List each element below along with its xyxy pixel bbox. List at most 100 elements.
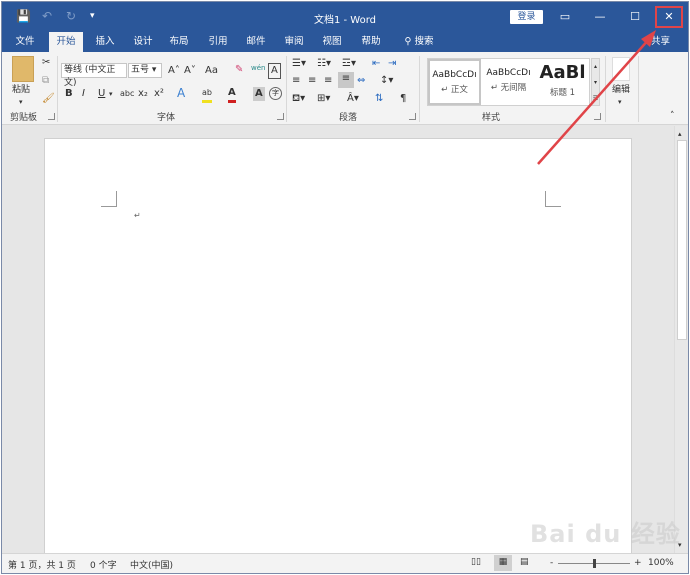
- scroll-thumb[interactable]: [677, 140, 687, 340]
- language[interactable]: 中文(中国): [130, 558, 173, 571]
- font-dialog-launcher[interactable]: [277, 113, 284, 120]
- tab-view[interactable]: 视图: [315, 32, 349, 52]
- separator: [638, 56, 639, 122]
- zoom-slider-thumb[interactable]: [593, 559, 596, 568]
- tab-references[interactable]: 引用: [201, 32, 235, 52]
- font-size-dropdown[interactable]: 五号 ▾: [128, 63, 162, 78]
- style-normal[interactable]: AaBbCcDı ↵ 正文: [428, 59, 481, 105]
- shading-button[interactable]: ⛾▾: [292, 92, 305, 106]
- change-case-button[interactable]: Aa: [205, 64, 218, 78]
- font-group-label: 字体: [157, 113, 176, 123]
- minimize-button[interactable]: —: [590, 7, 610, 27]
- margin-corner-top-left: [101, 191, 117, 207]
- tab-help[interactable]: 帮助: [354, 32, 388, 52]
- title-bar: 💾 ↶ ↻ ▾ 文档1 - Word 登录 ▭ — ☐ ✕: [2, 2, 688, 32]
- underline-dropdown-icon[interactable]: ▾: [109, 87, 113, 101]
- zoom-in-button[interactable]: +: [634, 558, 642, 568]
- document-page[interactable]: ↵: [44, 138, 632, 558]
- print-layout-icon[interactable]: ▦: [494, 555, 512, 571]
- asian-layout-button[interactable]: Â▾: [347, 92, 359, 106]
- tab-layout[interactable]: 布局: [162, 32, 196, 52]
- collapse-ribbon-icon[interactable]: ˄: [670, 109, 675, 123]
- text-effects-button[interactable]: A: [177, 86, 185, 100]
- align-right-button[interactable]: ≡: [324, 74, 332, 88]
- font-size-value: 五号: [131, 65, 150, 75]
- word-count[interactable]: 0 个字: [90, 558, 117, 571]
- style-no-spacing[interactable]: AaBbCcDı ↵ 无间隔: [482, 59, 535, 105]
- highlight-color-button[interactable]: ab: [202, 86, 212, 103]
- character-border-button[interactable]: A: [268, 63, 281, 79]
- italic-button[interactable]: I: [82, 87, 85, 101]
- grow-font-button[interactable]: A˄: [168, 64, 180, 78]
- share-button[interactable]: ⁺ 共享: [643, 32, 670, 52]
- multilevel-list-button[interactable]: ☲▾: [342, 57, 356, 71]
- enclose-characters-button[interactable]: 字: [269, 87, 282, 100]
- align-left-button[interactable]: ≡: [292, 74, 300, 88]
- paste-dropdown-icon[interactable]: ▾: [19, 95, 23, 109]
- clear-formatting-icon[interactable]: ✎: [235, 63, 243, 77]
- vertical-scrollbar[interactable]: ▴ ▾: [674, 126, 688, 553]
- zoom-level[interactable]: 100%: [648, 558, 674, 568]
- underline-button[interactable]: U: [98, 87, 105, 101]
- word-window: 💾 ↶ ↻ ▾ 文档1 - Word 登录 ▭ — ☐ ✕ 文件 开始 插入 设…: [1, 1, 689, 574]
- window-title: 文档1 - Word: [313, 15, 377, 26]
- cut-icon[interactable]: ✂: [42, 56, 50, 70]
- font-color-button[interactable]: A: [228, 86, 236, 103]
- login-button[interactable]: 登录: [510, 10, 543, 24]
- phonetic-guide-button[interactable]: wén: [251, 61, 265, 75]
- read-mode-icon[interactable]: ▯▯: [471, 557, 481, 567]
- paragraph-mark-icon: ↵: [134, 211, 141, 220]
- zoom-out-button[interactable]: -: [550, 558, 553, 568]
- share-label: 共享: [650, 36, 670, 47]
- sort-button[interactable]: ⇅: [375, 92, 383, 106]
- line-spacing-button[interactable]: ↕▾: [380, 74, 393, 88]
- numbering-button[interactable]: ☷▾: [317, 57, 331, 71]
- search-label: 搜索: [414, 36, 434, 47]
- style-name: ↵ 正文: [441, 85, 468, 95]
- style-heading-1[interactable]: AaBl 标题 1: [536, 59, 589, 105]
- page-count[interactable]: 第 1 页，共 1 页: [8, 558, 76, 571]
- paragraph-dialog-launcher[interactable]: [409, 113, 416, 120]
- bold-button[interactable]: B: [65, 87, 73, 101]
- maximize-button[interactable]: ☐: [625, 7, 645, 27]
- styles-group-label: 样式: [482, 113, 501, 123]
- subscript-button[interactable]: x₂: [138, 87, 148, 101]
- style-preview: AaBbCcDı: [486, 68, 531, 78]
- show-formatting-button[interactable]: ¶: [400, 92, 406, 106]
- tab-insert[interactable]: 插入: [88, 32, 122, 52]
- tab-mailings[interactable]: 邮件: [239, 32, 273, 52]
- tab-search[interactable]: ⚲ 搜索: [396, 32, 442, 52]
- copy-icon[interactable]: ⧉: [42, 74, 49, 88]
- character-shading-button[interactable]: A: [253, 87, 265, 101]
- paste-icon[interactable]: [12, 56, 34, 82]
- document-area: ↵: [2, 126, 674, 558]
- font-name-dropdown[interactable]: 等线 (中文正文): [61, 63, 127, 88]
- decrease-indent-button[interactable]: ⇤: [372, 57, 380, 71]
- clipboard-dialog-launcher[interactable]: [48, 113, 55, 120]
- format-painter-icon[interactable]: 🖌: [42, 92, 55, 106]
- style-name: ↵ 无间隔: [490, 83, 527, 93]
- justify-button[interactable]: ≡: [338, 72, 354, 88]
- align-center-button[interactable]: ≡: [308, 74, 316, 88]
- tab-design[interactable]: 设计: [126, 32, 160, 52]
- tab-file[interactable]: 文件: [6, 32, 44, 52]
- ribbon-display-options-icon[interactable]: ▭: [555, 7, 575, 27]
- styles-scroll[interactable]: ▴ ▾ ☰: [591, 58, 600, 106]
- scroll-up-icon[interactable]: ▴: [678, 127, 682, 141]
- distributed-button[interactable]: ⇔: [357, 74, 365, 88]
- strikethrough-button[interactable]: abc: [120, 87, 134, 101]
- ribbon: 粘贴 ▾ ✂ ⧉ 🖌 剪贴板 等线 (中文正文) 五号 ▾ A˄ A˅ Aa ✎…: [2, 52, 688, 125]
- styles-dialog-launcher[interactable]: [594, 113, 601, 120]
- bullets-button[interactable]: ☰▾: [292, 57, 306, 71]
- borders-button[interactable]: ⊞▾: [317, 92, 330, 106]
- increase-indent-button[interactable]: ⇥: [388, 57, 396, 71]
- tab-home[interactable]: 开始: [49, 32, 83, 52]
- style-preview: AaBl: [539, 62, 586, 83]
- tab-review[interactable]: 审阅: [277, 32, 311, 52]
- shrink-font-button[interactable]: A˅: [184, 64, 196, 78]
- superscript-button[interactable]: x²: [154, 87, 164, 101]
- editing-dropdown-icon[interactable]: ▾: [618, 95, 622, 109]
- ribbon-tabs: 文件 开始 插入 设计 布局 引用 邮件 审阅 视图 帮助 ⚲ 搜索 ⁺ 共享: [2, 32, 688, 52]
- find-icon[interactable]: [612, 57, 630, 81]
- web-layout-icon[interactable]: ▤: [520, 557, 529, 567]
